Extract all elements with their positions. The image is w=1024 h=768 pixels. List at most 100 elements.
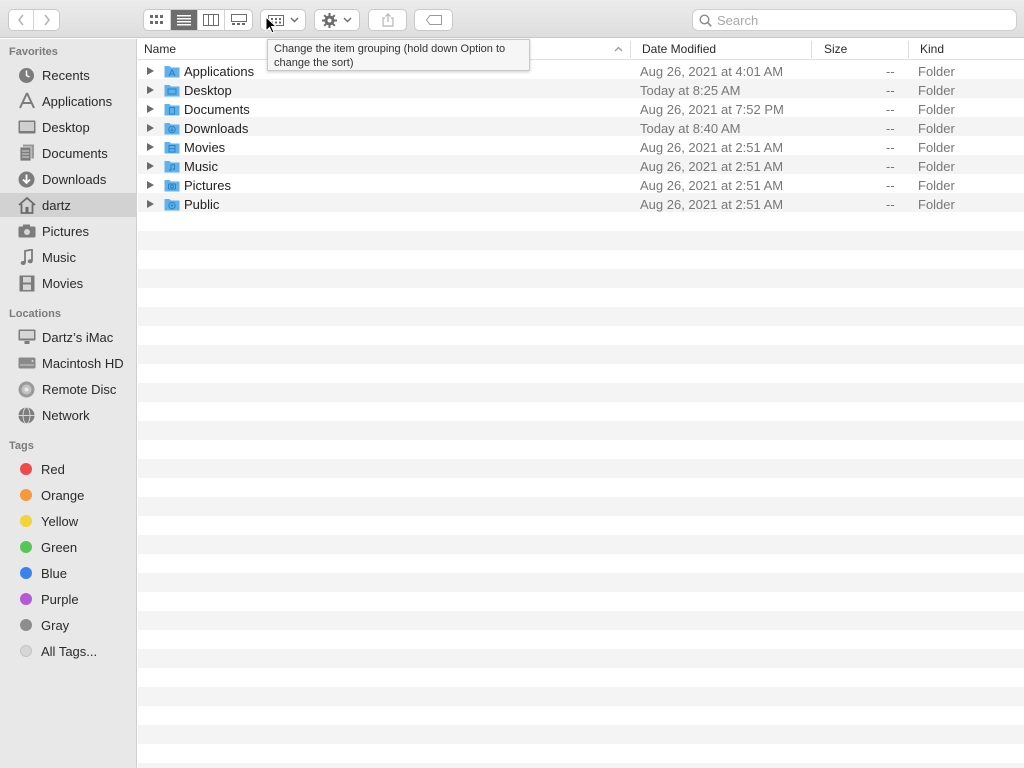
sidebar-item-label: dartz [42, 197, 71, 213]
sidebar-tag-yellow[interactable]: Yellow [0, 509, 137, 533]
file-date: Today at 8:25 AM [640, 83, 741, 98]
desktop-icon [17, 118, 36, 137]
file-kind: Folder [918, 197, 955, 212]
sidebar-tag-orange[interactable]: Orange [0, 483, 137, 507]
sidebar-item-label: Blue [41, 565, 68, 581]
icon-view-button[interactable] [144, 10, 171, 30]
sidebar-all-tags[interactable]: All Tags... [0, 639, 137, 663]
file-kind: Folder [918, 159, 955, 174]
sidebar-tag-blue[interactable]: Blue [0, 561, 137, 585]
sidebar-item-downloads[interactable]: Downloads [0, 167, 137, 191]
column-header-name[interactable]: Name [144, 42, 176, 56]
sidebar-item-label: Gray [41, 617, 70, 633]
share-icon [381, 13, 394, 27]
gear-icon [322, 12, 337, 28]
sidebar-item-network[interactable]: Network [0, 403, 137, 427]
disclosure-triangle-icon[interactable] [147, 162, 154, 170]
disclosure-triangle-icon[interactable] [147, 143, 154, 151]
column-divider[interactable] [811, 41, 812, 58]
gallery-view-button[interactable] [225, 10, 252, 30]
column-header-kind[interactable]: Kind [920, 42, 944, 56]
chevron-right-icon [43, 14, 50, 26]
sidebar-tag-gray[interactable]: Gray [0, 613, 137, 637]
sidebar-tag-green[interactable]: Green [0, 535, 137, 559]
action-button[interactable] [314, 9, 360, 31]
sidebar-item-label: Orange [41, 487, 85, 503]
sidebar-item-label: Applications [42, 93, 113, 109]
documents-folder-icon [164, 104, 180, 116]
tag-button[interactable] [414, 9, 453, 31]
file-kind: Folder [918, 178, 955, 193]
column-view-icon [203, 14, 219, 26]
column-divider[interactable] [908, 41, 909, 58]
sidebar-item-dartz[interactable]: dartz [0, 193, 137, 217]
share-button[interactable] [368, 9, 407, 31]
column-divider[interactable] [630, 41, 631, 58]
sidebar-item-music[interactable]: Music [0, 245, 137, 269]
purple-tag-dot [20, 593, 32, 605]
file-size: -- [886, 140, 895, 155]
downloads-folder-icon [164, 123, 180, 135]
table-row[interactable]: Downloads Today at 8:40 AM -- Folder [138, 119, 1024, 138]
blue-tag-dot [20, 567, 32, 579]
sidebar-tag-red[interactable]: Red [0, 457, 137, 481]
sidebar-tag-purple[interactable]: Purple [0, 587, 137, 611]
orange-tag-dot [20, 489, 32, 501]
file-kind: Folder [918, 140, 955, 155]
sidebar-item-label: Green [41, 539, 78, 555]
sidebar-item-pictures[interactable]: Pictures [0, 219, 137, 243]
green-tag-dot [20, 541, 32, 553]
sidebar-item-label: Movies [42, 275, 84, 291]
locations-heading: Locations [9, 308, 61, 320]
file-size: -- [886, 102, 895, 117]
red-tag-dot [20, 463, 32, 475]
table-row[interactable]: Pictures Aug 26, 2021 at 2:51 AM -- Fold… [138, 176, 1024, 195]
mouse-cursor-icon [265, 16, 277, 34]
home-icon [17, 196, 36, 215]
pictures-folder-icon [164, 180, 180, 192]
disclosure-triangle-icon[interactable] [147, 105, 154, 113]
file-size: -- [886, 197, 895, 212]
disclosure-triangle-icon[interactable] [147, 124, 154, 132]
column-header-size[interactable]: Size [824, 42, 847, 56]
sidebar-item-recents[interactable]: Recents [0, 63, 137, 87]
disc-icon [17, 380, 36, 399]
yellow-tag-dot [20, 515, 32, 527]
disclosure-triangle-icon[interactable] [147, 181, 154, 189]
column-view-button[interactable] [198, 10, 225, 30]
sidebar-item-label: Documents [42, 145, 108, 161]
tags-heading: Tags [9, 440, 34, 452]
forward-button[interactable] [34, 10, 59, 30]
disclosure-triangle-icon[interactable] [147, 67, 154, 75]
sidebar-item-imac[interactable]: Dartz’s iMac [0, 325, 137, 349]
file-date: Aug 26, 2021 at 2:51 AM [640, 178, 784, 193]
file-rows: Applications Aug 26, 2021 at 4:01 AM -- … [138, 60, 1024, 768]
table-row[interactable]: Movies Aug 26, 2021 at 2:51 AM -- Folder [138, 138, 1024, 157]
sidebar-item-movies[interactable]: Movies [0, 271, 137, 295]
file-name: Public [184, 197, 220, 212]
search-field[interactable] [692, 9, 1017, 31]
file-date: Aug 26, 2021 at 2:51 AM [640, 159, 784, 174]
table-row[interactable]: Documents Aug 26, 2021 at 7:52 PM -- Fol… [138, 100, 1024, 119]
table-row[interactable]: Music Aug 26, 2021 at 2:51 AM -- Folder [138, 157, 1024, 176]
table-row[interactable]: Public Aug 26, 2021 at 2:51 AM -- Folder [138, 195, 1024, 214]
file-date: Aug 26, 2021 at 4:01 AM [640, 64, 784, 79]
file-size: -- [886, 159, 895, 174]
disclosure-triangle-icon[interactable] [147, 200, 154, 208]
clock-icon [17, 66, 36, 85]
sidebar-item-desktop[interactable]: Desktop [0, 115, 137, 139]
disclosure-triangle-icon[interactable] [147, 86, 154, 94]
sidebar-item-label: Pictures [42, 223, 89, 239]
sidebar-item-documents[interactable]: Documents [0, 141, 137, 165]
gray-tag-dot [20, 619, 32, 631]
back-button[interactable] [9, 10, 34, 30]
table-row[interactable]: Desktop Today at 8:25 AM -- Folder [138, 81, 1024, 100]
search-input[interactable] [717, 12, 997, 28]
sidebar-item-macintosh-hd[interactable]: Macintosh HD [0, 351, 137, 375]
list-view-button[interactable] [171, 10, 198, 30]
sidebar-item-applications[interactable]: Applications [0, 89, 137, 113]
applications-icon [17, 92, 36, 111]
sidebar-item-remote-disc[interactable]: Remote Disc [0, 377, 137, 401]
music-folder-icon [164, 161, 180, 173]
column-header-date-modified[interactable]: Date Modified [642, 42, 716, 56]
